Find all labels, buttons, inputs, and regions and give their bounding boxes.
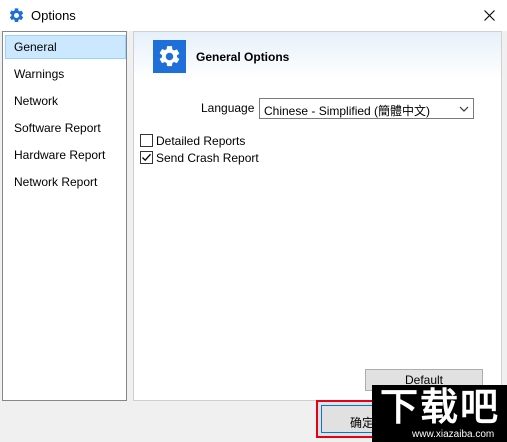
panel-header: General Options bbox=[134, 32, 501, 80]
sidebar-item-warnings[interactable]: Warnings bbox=[5, 62, 126, 86]
checkbox-label: Detailed Reports bbox=[156, 134, 246, 148]
gear-icon bbox=[159, 46, 180, 67]
sidebar-item-label: Warnings bbox=[14, 67, 65, 81]
chevron-down-icon bbox=[459, 106, 469, 112]
window-title: Options bbox=[31, 8, 76, 23]
watermark-url: www.xiazaiba.com bbox=[412, 429, 495, 440]
watermark-text: 下载吧 bbox=[380, 387, 501, 429]
options-sidebar: General Warnings Network Software Report… bbox=[2, 31, 127, 401]
panel-title: General Options bbox=[196, 50, 290, 64]
sidebar-item-label: Network bbox=[14, 94, 59, 108]
watermark-logo: 下载吧 www.xiazaiba.com bbox=[372, 385, 507, 442]
sidebar-item-label: Software Report bbox=[14, 121, 101, 135]
ok-button-label: 确定 bbox=[350, 416, 375, 430]
language-value: Chinese - Simplified (簡體中文) bbox=[264, 104, 431, 118]
language-label: Language bbox=[201, 101, 255, 115]
gear-icon bbox=[9, 8, 24, 23]
sidebar-item-hardware-report[interactable]: Hardware Report bbox=[5, 143, 126, 167]
checkbox-box[interactable] bbox=[140, 134, 153, 147]
sidebar-item-software-report[interactable]: Software Report bbox=[5, 116, 126, 140]
title-bar: Options bbox=[0, 0, 507, 31]
sidebar-item-network-report[interactable]: Network Report bbox=[5, 170, 126, 194]
close-icon bbox=[483, 10, 495, 21]
check-icon bbox=[142, 153, 151, 162]
checkbox-label: Send Crash Report bbox=[156, 151, 259, 165]
checkbox-box[interactable] bbox=[140, 151, 153, 164]
sidebar-item-label: Network Report bbox=[14, 175, 98, 189]
language-select[interactable]: Chinese - Simplified (簡體中文) bbox=[259, 98, 474, 119]
sidebar-item-label: Hardware Report bbox=[14, 148, 106, 162]
header-icon-box bbox=[153, 40, 186, 73]
general-options-panel: General Options Language Chinese - Simpl… bbox=[133, 31, 502, 401]
sidebar-item-network[interactable]: Network bbox=[5, 89, 126, 113]
sidebar-item-label: General bbox=[14, 40, 57, 54]
sidebar-item-general[interactable]: General bbox=[5, 35, 126, 59]
close-button[interactable] bbox=[471, 0, 507, 31]
